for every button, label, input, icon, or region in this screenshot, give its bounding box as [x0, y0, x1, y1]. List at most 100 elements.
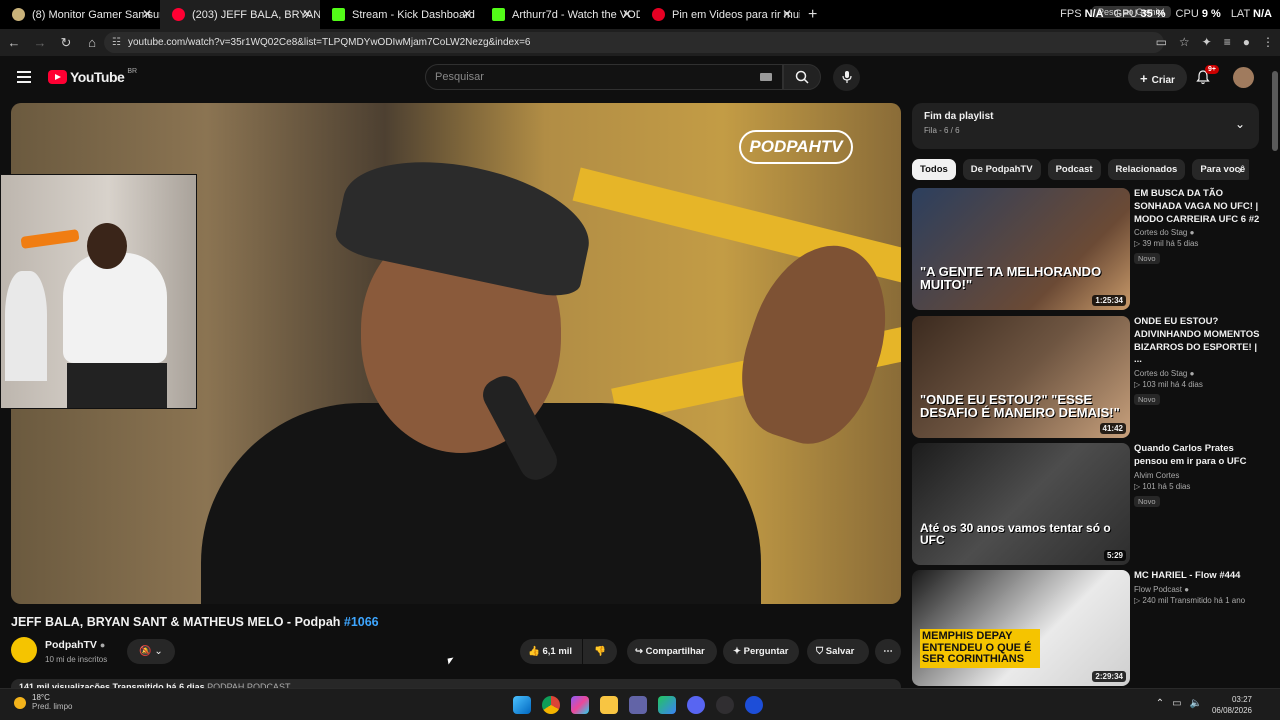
time: 03:27 — [1231, 695, 1252, 704]
save-button[interactable]: ⛉ Salvar — [807, 639, 869, 664]
youtube-favicon-icon — [172, 8, 185, 21]
share-button[interactable]: ↪ Compartilhar — [627, 639, 717, 664]
keyboard-icon[interactable] — [760, 73, 772, 81]
url-field[interactable]: ☷ youtube.com/watch?v=35r1WQ02Ce8&list=TL… — [104, 32, 1164, 53]
site-settings-icon[interactable]: ☷ — [112, 32, 121, 53]
bookmark-star-icon[interactable]: ☆ — [1179, 35, 1190, 49]
url-text: youtube.com/watch?v=35r1WQ02Ce8&list=TLP… — [128, 37, 531, 48]
tab-label: (203) JEFF BALA, BRYAN SA — [192, 8, 320, 21]
extensions-icon[interactable]: ✦ — [1202, 35, 1212, 49]
close-icon[interactable]: ✕ — [782, 7, 792, 21]
close-icon[interactable]: ✕ — [302, 7, 312, 21]
recommendation-title[interactable]: MC HARIEL - Flow #444 — [1134, 570, 1262, 583]
play-icon: ▷ — [1134, 239, 1141, 249]
app-store-icon[interactable] — [745, 696, 763, 714]
channel-avatar[interactable] — [11, 637, 37, 663]
chevron-down-icon[interactable]: ⌄ — [1235, 117, 1245, 131]
recommendation-item[interactable]: Até os 30 anos vamos tentar só o UFC 5:2… — [912, 443, 1262, 566]
ask-button[interactable]: ✦ Perguntar — [723, 639, 799, 664]
voice-search-button[interactable] — [833, 64, 860, 91]
browser-menu-icon[interactable]: ⋮ — [1262, 35, 1274, 49]
pip-person — [63, 253, 167, 363]
thumbnail-caption: "A GENTE TA MELHORANDO MUITO!" — [920, 263, 1102, 293]
notifications-button[interactable]: 9+ — [1196, 65, 1219, 90]
tab-favicon-icon — [12, 8, 25, 21]
reload-icon[interactable]: ↻ — [54, 35, 78, 51]
playlist-panel[interactable]: Fim da playlist Fila - 6 / 6 ⌄ — [912, 103, 1259, 149]
recommendation-title[interactable]: ONDE EU ESTOU? ADIVINHANDO MOMENTOS BIZA… — [1134, 316, 1262, 367]
recommendation-item[interactable]: MEMPHIS DEPAY ENTENDEU O QUE É SER CORIN… — [912, 570, 1262, 686]
recommendation-meta: 39 mil há 5 dias — [1142, 239, 1199, 249]
recommendation-meta: 103 mil há 4 dias — [1142, 380, 1203, 390]
verified-icon: ● — [1184, 584, 1190, 594]
recommendation-meta: 101 há 5 dias — [1142, 481, 1191, 491]
search-input[interactable]: Pesquisar — [425, 64, 783, 90]
browser-tab[interactable]: Stream - Kick Dashboard ✕ — [320, 0, 480, 29]
recommendation-item[interactable]: "A GENTE TA MELHORANDO MUITO!" 1:25:34 E… — [912, 188, 1262, 311]
recommendation-channel[interactable]: Cortes do Stag — [1134, 228, 1187, 237]
browser-tab-active[interactable]: (203) JEFF BALA, BRYAN SA✕ — [160, 0, 320, 29]
video-duration: 1:25:34 — [1092, 295, 1126, 306]
recommendation-meta: 240 mil Transmitido há 1 ano — [1142, 595, 1246, 605]
recommendation-channel[interactable]: Cortes do Stag — [1134, 369, 1187, 378]
picture-in-picture-overlay[interactable] — [0, 174, 197, 409]
windows-start-icon[interactable] — [513, 696, 531, 714]
weather-widget[interactable]: 18°C Pred. limpo — [14, 693, 72, 711]
page-scrollbar[interactable] — [1271, 63, 1280, 688]
like-button[interactable]: 👍 6,1 mil — [520, 639, 582, 664]
new-tab-icon[interactable]: + — [808, 6, 817, 24]
video-thumbnail[interactable]: Até os 30 anos vamos tentar só o UFC 5:2… — [912, 443, 1130, 565]
volume-icon[interactable]: 🔈 — [1190, 698, 1202, 709]
copilot-icon[interactable] — [571, 696, 589, 714]
chip-relacionados[interactable]: Relacionados — [1107, 159, 1186, 180]
dislike-button[interactable]: 👎 — [583, 639, 617, 664]
chevron-right-icon[interactable]: › — [1238, 163, 1242, 177]
more-icon: ⋯ — [883, 646, 893, 657]
home-icon[interactable]: ⌂ — [80, 35, 104, 50]
recommendation-channel[interactable]: Alvim Cortes — [1134, 471, 1179, 480]
hamburger-menu-icon[interactable] — [17, 71, 31, 86]
media-control-icon[interactable]: ≡ — [1224, 35, 1231, 49]
scrollbar-thumb[interactable] — [1272, 71, 1278, 151]
browser-tab[interactable]: Arthurr7d - Watch the VOD on✕ — [480, 0, 640, 29]
chip-podcast[interactable]: Podcast — [1047, 159, 1101, 180]
close-icon[interactable]: ✕ — [622, 7, 632, 21]
teams-icon[interactable] — [629, 696, 647, 714]
recommendation-channel[interactable]: Flow Podcast — [1134, 585, 1182, 594]
back-icon[interactable]: ← — [2, 35, 26, 50]
file-explorer-icon[interactable] — [600, 696, 618, 714]
chip-todos[interactable]: Todos — [912, 159, 956, 180]
video-thumbnail[interactable]: "ONDE EU ESTOU?" "ESSE DESAFIO É MANEIRO… — [912, 316, 1130, 438]
channel-name[interactable]: PodpahTV ● — [45, 639, 105, 651]
hashtag-link[interactable]: #1066 — [344, 615, 379, 629]
more-actions-button[interactable]: ⋯ — [875, 639, 901, 664]
account-avatar[interactable] — [1233, 67, 1254, 88]
browser-tab[interactable]: Pin em Videos para rir muito ✕ — [640, 0, 800, 29]
close-icon[interactable]: ✕ — [142, 7, 152, 21]
video-duration: 5:29 — [1103, 550, 1126, 561]
app-icon[interactable] — [658, 696, 676, 714]
recommendation-title[interactable]: EM BUSCA DA TÃO SONHADA VAGA NO UFC! | M… — [1134, 188, 1262, 226]
youtube-logo[interactable]: YouTube BR — [48, 68, 137, 85]
browser-tab[interactable]: (8) Monitor Gamer Samsung Od✕ — [0, 0, 160, 29]
youtube-play-icon — [48, 70, 67, 84]
video-thumbnail[interactable]: "A GENTE TA MELHORANDO MUITO!" 1:25:34 — [912, 188, 1130, 310]
system-clock[interactable]: 03:27 06/08/2026 — [1212, 694, 1252, 716]
search-button[interactable] — [783, 64, 821, 90]
chrome-icon[interactable] — [542, 696, 560, 714]
video-title: JEFF BALA, BRYAN SANT & MATHEUS MELO - P… — [11, 615, 379, 629]
obs-icon[interactable] — [716, 696, 734, 714]
create-button[interactable]: + Criar — [1128, 64, 1187, 91]
forward-icon[interactable]: → — [28, 35, 52, 50]
network-icon[interactable]: ▭ — [1172, 698, 1181, 709]
recommendation-title[interactable]: Quando Carlos Prates pensou em ir para o… — [1134, 443, 1262, 469]
chip-de-podpahtv[interactable]: De PodpahTV — [962, 159, 1041, 180]
chevron-up-icon[interactable]: ⌃ — [1156, 698, 1164, 709]
close-icon[interactable]: ✕ — [462, 7, 472, 21]
cast-icon[interactable]: ▭ — [1156, 35, 1167, 49]
profile-icon[interactable]: ● — [1243, 35, 1250, 49]
subscription-notifications-button[interactable]: 🔕 ⌄ — [127, 639, 175, 664]
discord-icon[interactable] — [687, 696, 705, 714]
video-thumbnail[interactable]: MEMPHIS DEPAY ENTENDEU O QUE É SER CORIN… — [912, 570, 1130, 686]
recommendation-item[interactable]: "ONDE EU ESTOU?" "ESSE DESAFIO É MANEIRO… — [912, 316, 1262, 439]
